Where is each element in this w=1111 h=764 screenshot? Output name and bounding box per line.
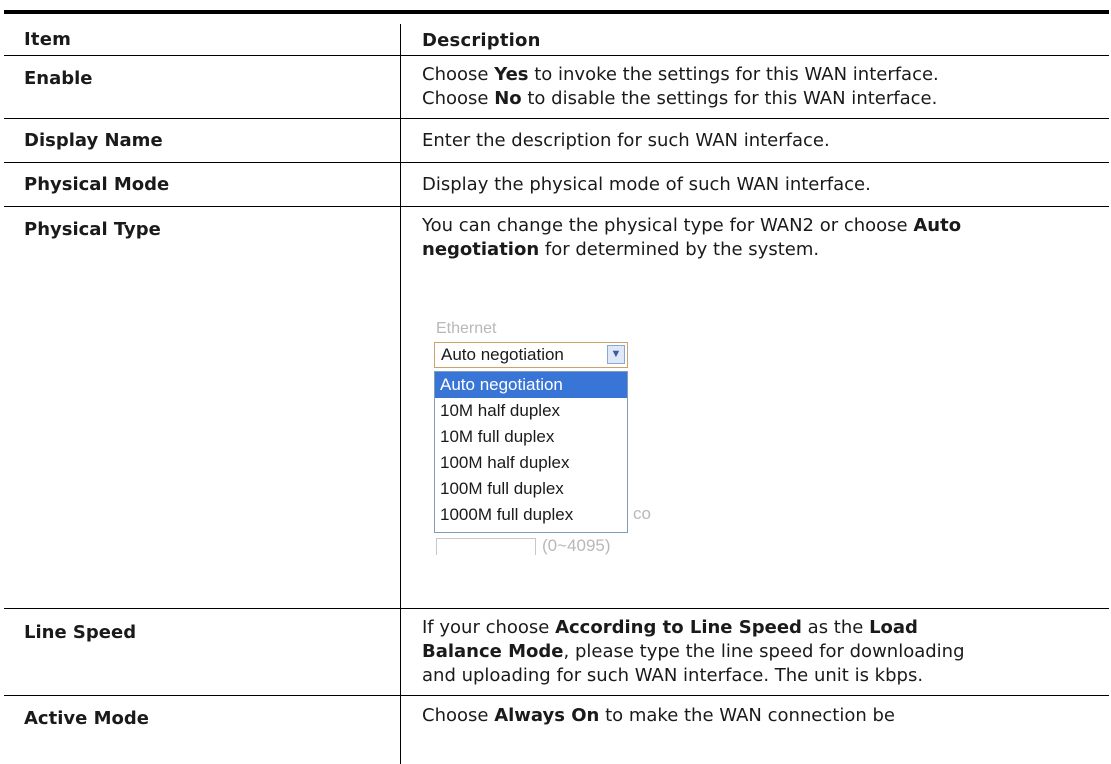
dropdown-option[interactable]: 10M full duplex — [435, 424, 627, 450]
dropdown-options-list: Auto negotiation 10M half duplex 10M ful… — [434, 371, 628, 533]
select-value: Auto negotiation — [441, 345, 564, 364]
item-description: Enter the description for such WAN inter… — [422, 130, 830, 151]
table-row: Line Speed If your choose According to L… — [4, 609, 1109, 696]
physical-type-select[interactable]: Auto negotiation ▼ — [434, 342, 628, 368]
ghost-range-text: (0~4095) — [542, 536, 611, 555]
chevron-down-icon[interactable]: ▼ — [607, 345, 625, 364]
item-label: Enable — [24, 68, 93, 89]
header-item: Item — [24, 29, 72, 50]
dropdown-option[interactable]: 1000M full duplex — [435, 502, 627, 528]
item-label: Line Speed — [24, 622, 137, 643]
item-label: Physical Mode — [24, 174, 170, 195]
table-header-row: Item Description — [4, 14, 1109, 56]
table-row: Physical Mode Display the physical mode … — [4, 163, 1109, 207]
dropdown-option[interactable]: 100M half duplex — [435, 450, 627, 476]
physical-type-dropdown-screenshot: Ethernet Auto negotiation ▼ Auto negotia… — [428, 316, 688, 555]
dropdown-option[interactable]: Auto negotiation — [435, 372, 627, 398]
ghost-input-box — [436, 538, 536, 555]
ghost-text-co: co — [633, 504, 651, 523]
item-label: Physical Type — [24, 219, 161, 240]
item-description: Choose Yes to invoke the settings for th… — [422, 64, 939, 109]
ghost-label-ethernet: Ethernet — [436, 320, 497, 337]
dropdown-option[interactable]: 100M full duplex — [435, 476, 627, 502]
item-label: Display Name — [24, 130, 163, 151]
item-label: Active Mode — [24, 708, 149, 729]
item-description: Display the physical mode of such WAN in… — [422, 174, 871, 195]
dropdown-option[interactable]: 10M half duplex — [435, 398, 627, 424]
table-row: Enable Choose Yes to invoke the settings… — [4, 56, 1109, 119]
header-description: Description — [422, 30, 541, 51]
table-row: Active Mode Choose Always On to make the… — [4, 696, 1109, 764]
item-description: You can change the physical type for WAN… — [422, 215, 962, 260]
item-description: Choose Always On to make the WAN connect… — [422, 705, 895, 726]
table-row: Display Name Enter the description for s… — [4, 119, 1109, 163]
item-description: If your choose According to Line Speed a… — [422, 617, 965, 686]
